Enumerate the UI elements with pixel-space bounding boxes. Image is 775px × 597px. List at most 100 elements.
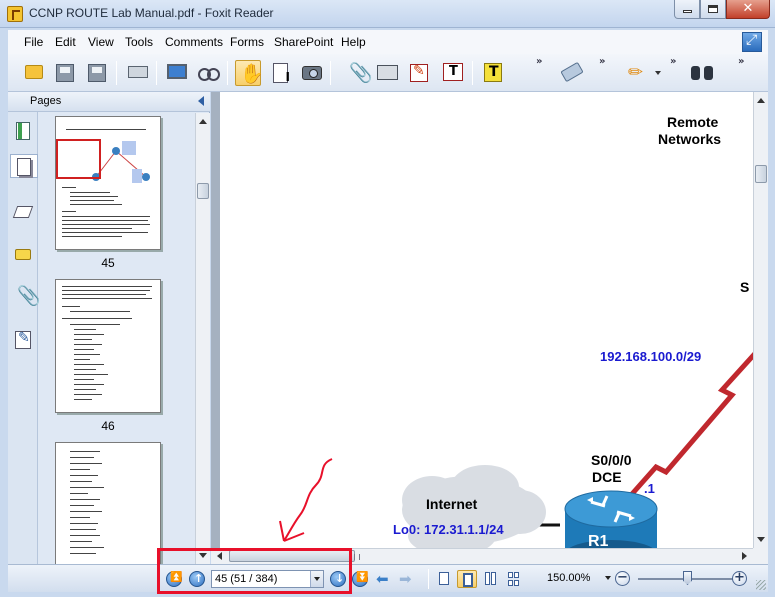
read-mode-button[interactable] — [196, 60, 222, 86]
close-button[interactable]: ✕ — [726, 0, 770, 19]
window-controls: ✕ — [674, 0, 770, 20]
close-icon: ✕ — [742, 1, 754, 16]
page-thumbnail[interactable] — [55, 442, 161, 564]
foxit-app-icon[interactable] — [7, 6, 23, 22]
toolbar-separator — [227, 61, 228, 85]
collapse-panel-icon[interactable] — [198, 96, 204, 106]
back-view-icon[interactable]: ⬅ — [376, 571, 389, 587]
last-page-icon: ⏬ — [356, 572, 369, 583]
menu-view[interactable]: View — [88, 35, 114, 49]
open-folder-icon — [25, 65, 43, 79]
menu-sharepoint[interactable]: SharePoint — [274, 35, 333, 49]
thumbnail-text-line — [74, 379, 94, 380]
full-screen-button[interactable] — [164, 60, 190, 86]
typewriter-button[interactable] — [374, 60, 400, 86]
page-thumbnail[interactable] — [55, 279, 161, 413]
toolbar-overflow-chevron[interactable]: » — [738, 56, 744, 67]
select-text-button[interactable] — [267, 60, 293, 86]
page-thumbnail[interactable] — [55, 116, 161, 250]
expand-icon[interactable] — [742, 32, 762, 52]
single-page-button[interactable] — [434, 570, 454, 588]
toolbar-overflow-chevron[interactable]: » — [599, 56, 605, 67]
toolbar-overflow-chevron[interactable]: » — [536, 56, 542, 67]
menu-tools[interactable]: Tools — [125, 35, 153, 49]
pencil-button[interactable]: ✏ — [625, 60, 651, 86]
text-box-button[interactable] — [440, 60, 466, 86]
layers-icon — [12, 206, 34, 218]
thumbnail-text-line — [74, 349, 94, 350]
thumbnail-text-line — [74, 374, 108, 375]
scroll-up-icon[interactable] — [757, 98, 765, 103]
thumbnail-text-line — [62, 228, 132, 229]
serial-link-line — [630, 352, 753, 496]
scroll-down-icon[interactable] — [757, 537, 765, 542]
thumbnail-text-line — [70, 324, 120, 325]
maximize-button[interactable] — [700, 0, 726, 19]
menu-forms[interactable]: Forms — [230, 35, 264, 49]
save-as-button[interactable] — [84, 60, 110, 86]
thumbnail-text-line — [62, 286, 152, 287]
thumbnail-scrollbar[interactable] — [195, 113, 210, 564]
scroll-right-icon[interactable] — [742, 552, 747, 560]
full-screen-icon — [167, 64, 187, 79]
tab-bookmarks[interactable] — [12, 120, 34, 144]
scroll-up-icon[interactable] — [199, 119, 207, 124]
thumbnail-text-line — [70, 493, 88, 494]
thumbnail-text-line — [62, 187, 76, 188]
thumbnail-text-line — [70, 505, 94, 506]
thumbnail-text-line — [70, 529, 96, 530]
last-page-button[interactable]: ⏬ — [352, 571, 368, 587]
snapshot-button[interactable] — [299, 60, 325, 86]
zoom-level-display[interactable]: 150.00% — [547, 572, 590, 584]
zoom-slider-knob[interactable] — [683, 571, 692, 585]
find-button[interactable] — [688, 60, 714, 86]
save-button[interactable] — [52, 60, 78, 86]
minimize-button[interactable] — [674, 0, 700, 19]
zoom-out-button[interactable]: − — [615, 571, 630, 586]
menu-file[interactable]: File — [24, 35, 43, 49]
zoom-in-button[interactable]: + — [732, 571, 747, 586]
chevron-down-icon[interactable] — [655, 71, 661, 75]
scrollbar-thumb[interactable] — [755, 165, 767, 183]
thumbnail-text-line — [74, 369, 96, 370]
open-button[interactable] — [20, 60, 46, 86]
thumbnail-text-line — [70, 475, 98, 476]
tab-attachments[interactable]: 📎 — [12, 284, 41, 308]
tab-signatures[interactable] — [12, 328, 34, 352]
toolbar-separator — [116, 61, 117, 85]
facing-button[interactable] — [480, 570, 500, 588]
print-button[interactable] — [125, 60, 151, 86]
forward-view-icon[interactable]: ➡ — [399, 571, 412, 587]
pencil-note-button[interactable] — [406, 60, 432, 86]
menu-help[interactable]: Help — [341, 35, 366, 49]
continuous-facing-button[interactable] — [503, 570, 523, 588]
tab-comments[interactable] — [12, 244, 34, 268]
visible-area-indicator[interactable] — [56, 139, 101, 179]
resize-grip-icon[interactable] — [756, 580, 766, 590]
thumbnail-text-line — [70, 523, 98, 524]
scrollbar-thumb[interactable] — [197, 183, 209, 199]
eraser-button[interactable] — [559, 60, 585, 86]
toolbar-overflow-chevron[interactable]: » — [670, 56, 676, 67]
thumbnail-text-line — [70, 469, 90, 470]
tab-layers[interactable] — [12, 200, 34, 224]
thumbnail-text-line — [74, 339, 92, 340]
panel-header: Pages — [8, 92, 210, 112]
minimize-icon — [682, 10, 692, 13]
menu-edit[interactable]: Edit — [55, 35, 76, 49]
tab-pages[interactable] — [10, 154, 38, 178]
router-name-label: R1 — [588, 533, 609, 548]
attach-file-button[interactable]: 📎 — [342, 60, 373, 86]
thumbnail-text-line — [70, 511, 102, 512]
chevron-down-icon[interactable] — [605, 576, 611, 580]
annotation-highlight-box — [157, 548, 352, 594]
highlight-text-button[interactable] — [480, 60, 506, 86]
vertical-scrollbar[interactable] — [753, 92, 768, 548]
continuous-button[interactable] — [457, 570, 477, 588]
continuous-facing-icon — [508, 572, 513, 578]
menu-comments[interactable]: Comments — [165, 35, 223, 49]
remote-networks-label-line1: Remote — [667, 114, 719, 130]
thumbnail-text-line — [70, 553, 96, 554]
thumbnail-page-number: 45 — [101, 256, 115, 270]
hand-tool-button[interactable]: ✋ — [235, 60, 264, 86]
